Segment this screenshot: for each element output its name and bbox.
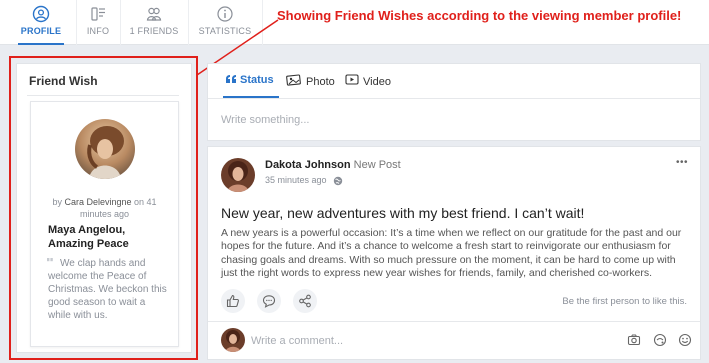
composer-tab-video[interactable]: Video — [345, 74, 391, 88]
tab-divider — [120, 0, 121, 45]
info-list-icon — [91, 7, 105, 21]
tab-divider — [76, 0, 77, 45]
comment-input[interactable]: Write a comment... — [251, 335, 343, 347]
post-header: Dakota Johnson New Post — [265, 159, 401, 171]
video-icon — [345, 74, 359, 85]
annotation-highlight-box — [9, 56, 198, 360]
post-action: New Post — [353, 159, 401, 171]
user-circle-icon — [32, 5, 50, 23]
composer-tab-status-label: Status — [240, 74, 274, 86]
post-body: A new years is a powerful occasion: It’s… — [221, 227, 682, 279]
post-author-avatar[interactable] — [221, 158, 255, 192]
friends-icon — [146, 7, 162, 21]
like-button[interactable] — [221, 289, 245, 313]
status-input[interactable]: Write something... — [221, 114, 309, 126]
composer-tab-video-label: Video — [363, 76, 391, 88]
quote-icon — [226, 75, 236, 83]
status-composer: Status Photo Video Write something... — [207, 63, 701, 141]
comment-icon — [262, 295, 276, 308]
tab-info-label: INFO — [86, 26, 110, 36]
comment-button[interactable] — [257, 289, 281, 313]
annotation-text: Showing Friend Wishes according to the v… — [277, 8, 682, 23]
globe-icon — [333, 176, 342, 185]
thumbs-up-icon — [226, 294, 239, 308]
tab-divider — [188, 0, 189, 45]
tab-friends[interactable]: 1 FRIENDS — [124, 0, 184, 45]
emoji-icon[interactable] — [678, 333, 692, 347]
tab-friends-label: 1 FRIENDS — [129, 26, 179, 36]
share-button[interactable] — [293, 289, 317, 313]
like-summary: Be the first person to like this. — [562, 296, 687, 307]
post-timestamp: 35 minutes ago — [265, 175, 343, 186]
composer-tab-photo[interactable]: Photo — [286, 74, 335, 88]
post-avatar-image — [221, 158, 255, 192]
share-icon — [299, 294, 311, 308]
photo-icon — [286, 74, 301, 86]
tab-info[interactable]: INFO — [80, 0, 116, 45]
camera-icon[interactable] — [627, 333, 641, 347]
commenter-avatar-image — [221, 328, 245, 352]
post-options-icon[interactable]: ••• — [676, 157, 688, 168]
tab-profile[interactable]: PROFILE — [12, 0, 70, 45]
commenter-avatar — [221, 328, 245, 352]
post-author-name[interactable]: Dakota Johnson — [265, 159, 351, 171]
activity-post: Dakota Johnson New Post 35 minutes ago •… — [207, 146, 701, 360]
post-time-text: 35 minutes ago — [265, 175, 327, 185]
post-headline: New year, new adventures with my best fr… — [221, 205, 585, 221]
divider — [208, 98, 700, 99]
gif-icon[interactable] — [653, 333, 667, 347]
composer-tab-photo-label: Photo — [306, 76, 335, 88]
divider — [208, 321, 700, 322]
tab-profile-label: PROFILE — [20, 26, 62, 36]
composer-tab-status[interactable]: Status — [225, 74, 274, 86]
